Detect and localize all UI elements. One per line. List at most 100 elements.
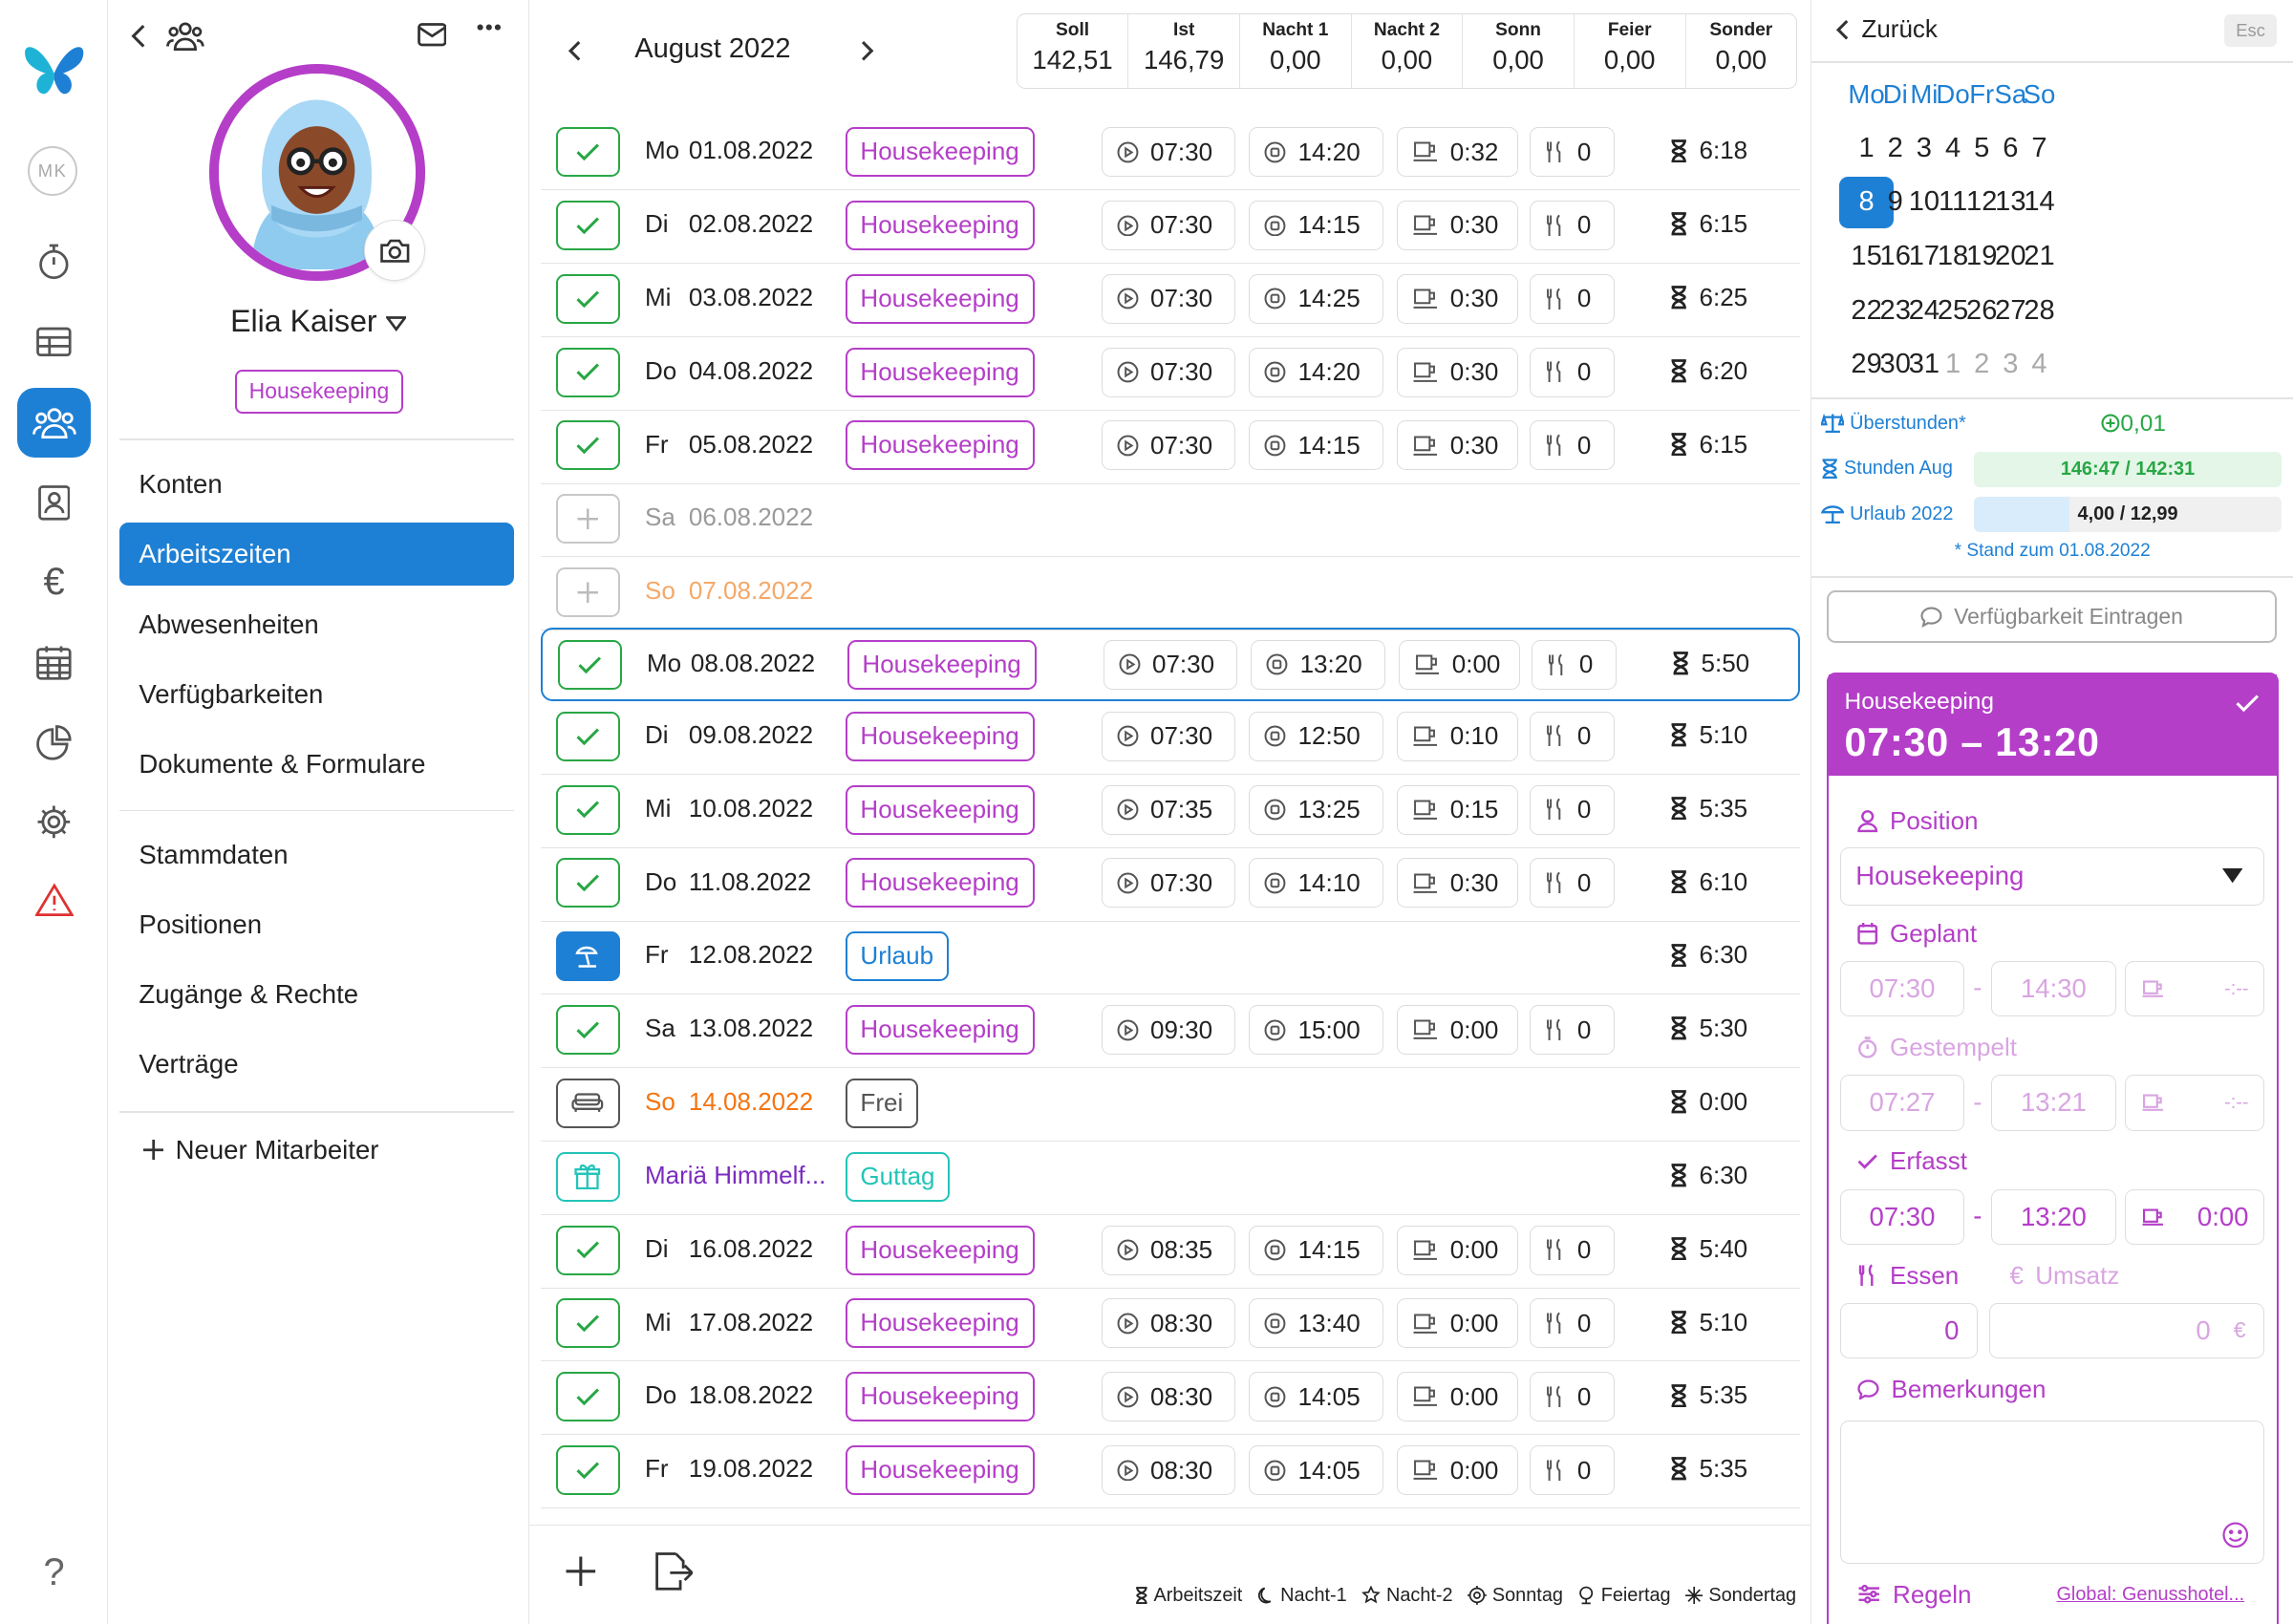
- euro-icon[interactable]: €: [17, 546, 91, 616]
- time-brk-field[interactable]: 0:00: [1396, 1445, 1518, 1496]
- stamped-end-input[interactable]: 13:21: [1990, 1075, 2117, 1131]
- time-brk-field[interactable]: 0:30: [1396, 420, 1518, 471]
- camera-icon[interactable]: [364, 219, 426, 281]
- timesheet-row[interactable]: Do 18.08.2022 Housekeeping 08:30 14:05 0:00 0 5…: [541, 1361, 1801, 1436]
- revenue-input[interactable]: 0 €: [1989, 1303, 2264, 1359]
- position-select[interactable]: Housekeeping: [1839, 846, 2264, 906]
- stopwatch-icon[interactable]: [17, 226, 91, 296]
- time-end-field[interactable]: 14:05: [1249, 1445, 1383, 1496]
- time-end-field[interactable]: 14:10: [1249, 858, 1383, 908]
- time-brk-field[interactable]: 0:30: [1396, 200, 1518, 250]
- time-start-field[interactable]: 07:30: [1101, 200, 1236, 250]
- time-meal-field[interactable]: 0: [1529, 1372, 1615, 1422]
- row-status-button[interactable]: [555, 858, 620, 908]
- employee-name[interactable]: Elia Kaiser: [108, 304, 528, 339]
- smiley-icon[interactable]: [2222, 1522, 2249, 1549]
- row-status-button[interactable]: [555, 200, 620, 250]
- nav-item-arbeitszeiten[interactable]: Arbeitszeiten: [119, 523, 514, 587]
- planned-break-input[interactable]: -:--: [2125, 961, 2264, 1017]
- position-badge[interactable]: Housekeeping: [845, 1225, 1035, 1275]
- timesheet-row[interactable]: Di 09.08.2022 Housekeeping 07:30 12:50 0:10 0 5…: [541, 701, 1801, 775]
- position-badge[interactable]: Housekeeping: [845, 420, 1035, 471]
- time-meal-field[interactable]: 0: [1529, 1005, 1615, 1056]
- nav-item-stammdaten[interactable]: Stammdaten: [119, 823, 513, 887]
- position-badge[interactable]: Housekeeping: [845, 273, 1035, 324]
- time-brk-field[interactable]: 0:00: [1396, 1005, 1518, 1056]
- time-start-field[interactable]: 07:30: [1101, 711, 1236, 761]
- position-badge[interactable]: Housekeeping: [845, 784, 1035, 835]
- time-meal-field[interactable]: 0: [1529, 711, 1615, 761]
- time-start-field[interactable]: 08:30: [1101, 1445, 1236, 1496]
- nav-item-verfügbarkeiten[interactable]: Verfügbarkeiten: [119, 663, 513, 726]
- employee-group-icon[interactable]: [166, 20, 205, 53]
- time-end-field[interactable]: 14:25: [1249, 273, 1383, 324]
- warning-icon[interactable]: [17, 865, 91, 935]
- user-initials-avatar[interactable]: MK: [28, 146, 78, 197]
- position-badge[interactable]: Housekeeping: [846, 639, 1037, 690]
- time-meal-field[interactable]: 0: [1529, 200, 1615, 250]
- nav-item-zugänge-rechte[interactable]: Zugänge & Rechte: [119, 963, 513, 1026]
- contact-card-icon[interactable]: [17, 468, 91, 538]
- nav-item-verträge[interactable]: Verträge: [119, 1033, 513, 1096]
- back-chevron-icon[interactable]: [129, 23, 146, 50]
- time-brk-field[interactable]: 0:00: [1396, 1372, 1518, 1422]
- row-status-button[interactable]: [555, 1372, 620, 1422]
- time-start-field[interactable]: 07:30: [1101, 858, 1236, 908]
- time-start-field[interactable]: 07:35: [1101, 784, 1236, 835]
- time-meal-field[interactable]: 0: [1529, 127, 1615, 178]
- more-options-icon[interactable]: [476, 23, 503, 32]
- timesheet-row[interactable]: Do 04.08.2022 Housekeeping 07:30 14:20 0:30 0 6…: [541, 337, 1801, 411]
- prev-month-icon[interactable]: [568, 39, 582, 62]
- position-badge[interactable]: Guttag: [845, 1151, 951, 1202]
- new-employee-button[interactable]: Neuer Mitarbeiter: [142, 1135, 378, 1165]
- time-end-field[interactable]: 14:15: [1249, 1225, 1383, 1275]
- gear-icon[interactable]: [17, 786, 91, 856]
- row-status-button[interactable]: [555, 1445, 620, 1496]
- timesheet-row[interactable]: Di 16.08.2022 Housekeeping 08:35 14:15 0:00 0 5…: [541, 1215, 1801, 1289]
- time-meal-field[interactable]: 0: [1529, 858, 1615, 908]
- calendar-day[interactable]: 4: [2012, 349, 2066, 380]
- nav-item-abwesenheiten[interactable]: Abwesenheiten: [119, 593, 513, 656]
- row-status-button[interactable]: [555, 1005, 620, 1056]
- time-meal-field[interactable]: 0: [1529, 347, 1615, 397]
- timesheet-row[interactable]: Mo 08.08.2022 Housekeeping 07:30 13:20 0:00 0 5…: [541, 628, 1801, 702]
- time-start-field[interactable]: 07:30: [1101, 347, 1236, 397]
- calendar-day[interactable]: 21: [2012, 241, 2066, 272]
- time-brk-field[interactable]: 0:30: [1396, 858, 1518, 908]
- calendar-day[interactable]: 7: [2012, 133, 2066, 164]
- next-month-icon[interactable]: [860, 39, 874, 62]
- timesheet-row[interactable]: Mi 10.08.2022 Housekeeping 07:35 13:25 0:15 0 5…: [541, 775, 1801, 848]
- time-end-field[interactable]: 14:05: [1249, 1372, 1383, 1422]
- calendar-day[interactable]: 28: [2012, 295, 2066, 327]
- esc-button[interactable]: Esc: [2224, 14, 2278, 47]
- time-brk-field[interactable]: 0:32: [1396, 127, 1518, 178]
- row-status-button[interactable]: [555, 273, 620, 324]
- time-brk-field[interactable]: 0:00: [1396, 1298, 1518, 1349]
- row-status-button[interactable]: [555, 567, 620, 618]
- time-brk-field[interactable]: 0:00: [1398, 639, 1520, 690]
- position-badge[interactable]: Housekeeping: [845, 1298, 1035, 1349]
- timesheet-row[interactable]: So 07.08.2022: [541, 557, 1801, 631]
- time-start-field[interactable]: 08:30: [1101, 1372, 1236, 1422]
- time-start-field[interactable]: 07:30: [1101, 420, 1236, 471]
- row-status-button[interactable]: [555, 784, 620, 835]
- timesheet-row[interactable]: Mi 03.08.2022 Housekeeping 07:30 14:25 0:30 0 6…: [541, 264, 1801, 337]
- timesheet-row[interactable]: So 14.08.2022 Frei 0:00: [541, 1068, 1801, 1142]
- position-badge[interactable]: Urlaub: [845, 931, 949, 982]
- nav-item-konten[interactable]: Konten: [119, 453, 513, 516]
- table-icon[interactable]: [17, 307, 91, 376]
- position-badge[interactable]: Housekeeping: [845, 1372, 1035, 1422]
- time-meal-field[interactable]: 0: [1529, 1445, 1615, 1496]
- position-badge[interactable]: Housekeeping: [845, 1005, 1035, 1056]
- planned-start-input[interactable]: 07:30: [1839, 961, 1965, 1017]
- time-brk-field[interactable]: 0:10: [1396, 711, 1518, 761]
- time-meal-field[interactable]: 0: [1529, 1225, 1615, 1275]
- timesheet-row[interactable]: Fr 19.08.2022 Housekeeping 08:30 14:05 0:00 0 5…: [541, 1435, 1801, 1509]
- row-status-button[interactable]: [555, 1151, 620, 1202]
- row-status-button[interactable]: [555, 420, 620, 471]
- time-end-field[interactable]: 14:15: [1249, 200, 1383, 250]
- time-start-field[interactable]: 08:30: [1101, 1298, 1236, 1349]
- timesheet-row[interactable]: Di 02.08.2022 Housekeeping 07:30 14:15 0:30 0 6…: [541, 190, 1801, 265]
- position-badge[interactable]: Housekeeping: [845, 347, 1035, 397]
- row-status-button[interactable]: [555, 1225, 620, 1275]
